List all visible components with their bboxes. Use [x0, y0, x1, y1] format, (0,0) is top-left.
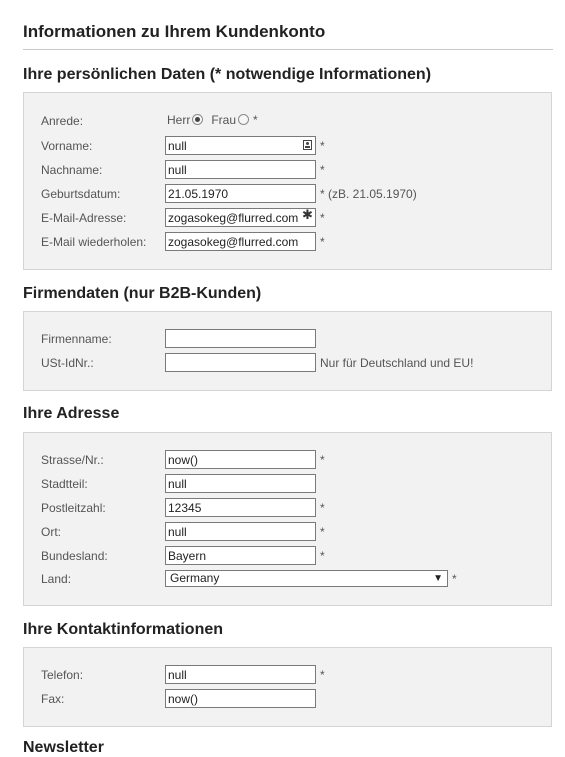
birth-date-label: Geburtsdatum: — [41, 187, 121, 201]
required-mark: * — [253, 113, 258, 127]
contact-section-title: Ihre Kontaktinformationen — [23, 621, 224, 638]
newsletter-section-title: Newsletter — [23, 739, 104, 756]
city-input[interactable] — [165, 522, 316, 541]
fax-input[interactable] — [165, 689, 316, 708]
required-mark: * — [452, 572, 457, 586]
postcode-label: Postleitzahl: — [41, 501, 106, 515]
state-label: Bundesland: — [41, 549, 108, 563]
required-mark: * — [320, 501, 325, 515]
required-mark: * — [320, 139, 325, 153]
last-name-label: Nachname: — [41, 163, 103, 177]
last-name-input[interactable] — [165, 160, 316, 179]
birth-date-hint: * (zB. 21.05.1970) — [320, 187, 417, 201]
required-mark: * — [320, 163, 325, 177]
title-divider — [23, 49, 553, 50]
salutation-frau-radio[interactable] — [238, 113, 250, 125]
contact-panel — [23, 647, 552, 727]
birth-date-input[interactable] — [165, 184, 316, 203]
email-repeat-label: E-Mail wiederholen: — [41, 235, 147, 249]
fax-label: Fax: — [41, 692, 65, 706]
page-title: Informationen zu Ihrem Kundenkonto — [23, 22, 326, 41]
email-repeat-input[interactable] — [165, 232, 316, 251]
required-mark: * — [320, 549, 325, 563]
salutation-herr-label: Herr — [167, 113, 191, 127]
email-input[interactable] — [165, 208, 316, 227]
street-label: Strasse/Nr.: — [41, 453, 104, 467]
country-selected-value: Germany — [170, 571, 220, 585]
required-mark: * — [320, 211, 325, 225]
company-data-panel — [23, 311, 552, 391]
state-input[interactable] — [165, 546, 316, 565]
required-mark: * — [320, 668, 325, 682]
chevron-down-icon: ▼ — [433, 573, 443, 584]
salutation-frau-label: Frau — [211, 113, 237, 127]
contact-card-icon[interactable] — [303, 140, 312, 150]
district-input[interactable] — [165, 474, 316, 493]
street-input[interactable] — [165, 450, 316, 469]
vat-id-hint: Nur für Deutschland und EU! — [320, 356, 474, 370]
salutation-herr-radio[interactable] — [192, 113, 204, 125]
salutation-radio-group: Herr Frau * — [167, 113, 258, 127]
first-name-label: Vorname: — [41, 139, 93, 153]
key-icon[interactable]: ✱ — [302, 208, 313, 222]
email-label: E-Mail-Adresse: — [41, 211, 127, 225]
required-mark: * — [320, 525, 325, 539]
required-mark: * — [320, 453, 325, 467]
phone-label: Telefon: — [41, 668, 84, 682]
vat-id-label: USt-IdNr.: — [41, 356, 94, 370]
country-label: Land: — [41, 572, 72, 586]
address-section-title: Ihre Adresse — [23, 405, 120, 422]
city-label: Ort: — [41, 525, 61, 539]
company-name-label: Firmenname: — [41, 332, 112, 346]
required-mark: * — [320, 235, 325, 249]
phone-input[interactable] — [165, 665, 316, 684]
country-select[interactable]: Germany ▼ — [165, 570, 448, 587]
company-section-title: Firmendaten (nur B2B-Kunden) — [23, 285, 262, 302]
vat-id-input[interactable] — [165, 353, 316, 372]
salutation-label: Anrede: — [41, 114, 84, 128]
personal-section-title: Ihre persönlichen Daten (* notwendige In… — [23, 66, 432, 83]
district-label: Stadtteil: — [41, 477, 88, 491]
first-name-input[interactable] — [165, 136, 316, 155]
company-name-input[interactable] — [165, 329, 316, 348]
postcode-input[interactable] — [165, 498, 316, 517]
